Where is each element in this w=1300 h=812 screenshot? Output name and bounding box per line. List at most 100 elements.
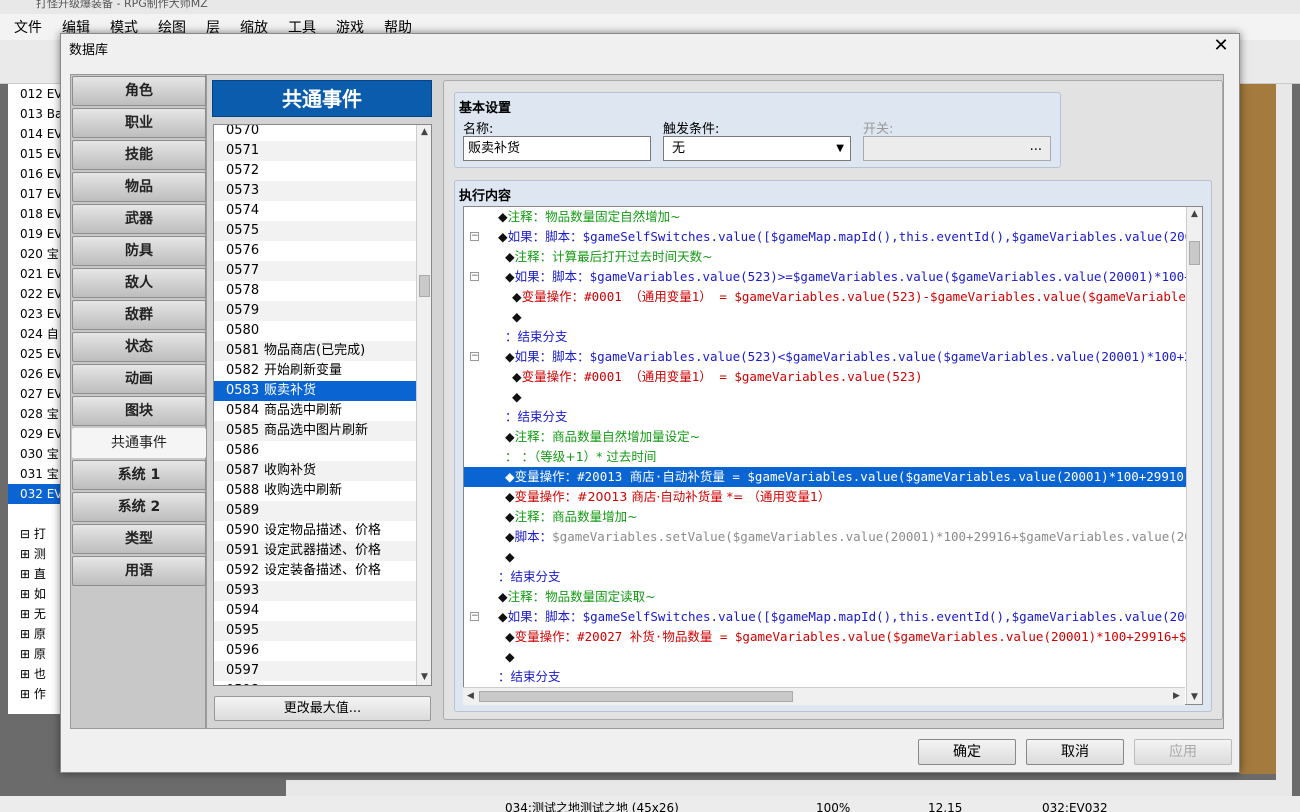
list-item[interactable]: 0588 收购选中刷新 [214,481,416,501]
chevron-down-icon[interactable]: ▼ [836,137,844,160]
list-item[interactable]: 0580 [214,321,416,341]
map-tree-item[interactable]: 025 EV [8,344,60,364]
command-line[interactable]: ◆变量操作：#0001 （通用变量1） = $gameVariables.val… [464,287,1186,307]
nav-tab[interactable]: 技能 [72,140,206,170]
list-item[interactable]: 0576 [214,241,416,261]
map-tree-item[interactable]: ⊞ 原 [8,624,60,644]
list-item[interactable]: 0597 [214,661,416,681]
list-item[interactable]: 0594 [214,601,416,621]
list-item[interactable]: 0581 物品商店(已完成) [214,341,416,361]
list-item[interactable]: 0591 设定武器描述、价格 [214,541,416,561]
map-tree-item[interactable]: 017 EV [8,184,60,204]
list-item[interactable]: 0578 [214,281,416,301]
command-line[interactable]: ◆变量操作：#20013 商店·自动补货量 = $gameVariables.v… [464,467,1186,487]
scroll-left-icon[interactable]: ◀ [463,689,478,704]
map-tree-item[interactable]: ⊞ 无 [8,604,60,624]
command-line[interactable]: ◆注释：物品数量固定读取~ [464,587,1186,607]
nav-tab[interactable]: 物品 [72,172,206,202]
list-item[interactable]: 0589 [214,501,416,521]
nav-tab[interactable]: 武器 [72,204,206,234]
command-line[interactable]: − ◆如果：脚本：$gameVariables.value(523)<$gameV… [464,347,1186,367]
list-item[interactable]: 0596 [214,641,416,661]
map-tree-item[interactable]: 021 EV [8,264,60,284]
map-tree-item[interactable]: 013 Ba [8,104,60,124]
command-line[interactable]: ◆变量操作：#20013 商店·自动补货量 *= （通用变量1） [464,487,1186,507]
command-line[interactable]: ：结束分支 [464,327,1186,347]
list-item[interactable]: 0570 [214,125,416,141]
collapse-icon[interactable]: − [470,272,479,281]
scroll-up-icon[interactable]: ▲ [417,125,431,140]
map-tree-item[interactable]: ⊞ 原 [8,644,60,664]
list-item[interactable]: 0577 [214,261,416,281]
apply-button[interactable]: 应用 [1134,739,1232,765]
nav-tab[interactable]: 敌群 [72,300,206,330]
list-item[interactable]: 0585 商品选中图片刷新 [214,421,416,441]
map-tree-item[interactable]: ⊞ 如 [8,584,60,604]
command-line[interactable]: ◆注释：计算最后打开过去时间天数~ [464,247,1186,267]
map-tree-item[interactable]: 028 宝 [8,404,60,424]
map-tree-item[interactable]: 014 EV [8,124,60,144]
map-tree-item[interactable]: ⊟ 打 [8,524,60,544]
scroll-thumb[interactable] [479,691,793,702]
list-item[interactable]: 0579 [214,301,416,321]
map-tree-item[interactable]: ⊞ 作 [8,684,60,704]
map-tree-item[interactable] [8,504,60,524]
nav-tab[interactable]: 类型 [72,524,206,554]
map-tree-item[interactable]: ⊞ 直 [8,564,60,584]
map-tree-item[interactable]: 022 EV [8,284,60,304]
nav-tab[interactable]: 防具 [72,236,206,266]
command-line[interactable]: ◆ [464,307,1186,327]
list-item[interactable]: 0571 [214,141,416,161]
command-line[interactable]: ◆ [464,647,1186,667]
command-line[interactable]: ◆变量操作：#0001 （通用变量1） = $gameVariables.val… [464,367,1186,387]
map-tree-item[interactable]: 030 宝 [8,444,60,464]
nav-tab[interactable]: 职业 [72,108,206,138]
map-tree-item[interactable]: 018 EV [8,204,60,224]
list-scrollbar[interactable]: ▲ ▼ [416,125,431,685]
command-line[interactable]: ◆ [464,547,1186,567]
command-line[interactable]: ：结束分支 [464,667,1186,687]
map-horizontal-scrollbar[interactable] [286,780,1292,796]
command-line[interactable]: ◆脚本：$gameVariables.setValue($gameVariabl… [464,527,1186,547]
map-tree-item[interactable]: 032 EV [8,484,60,504]
command-line[interactable]: − ◆如果：脚本：$gameSelfSwitches.value([$gameMa… [464,607,1186,627]
list-item[interactable]: 0593 [214,581,416,601]
nav-tab[interactable]: 动画 [72,364,206,394]
cancel-button[interactable]: 取消 [1026,739,1124,765]
nav-tab[interactable]: 用语 [72,556,206,586]
map-vertical-scrollbar[interactable] [1276,84,1292,780]
name-field[interactable]: 贩卖补货 [463,136,651,161]
nav-tab[interactable]: 角色 [72,76,206,106]
nav-tab[interactable]: 系统 2 [72,492,206,522]
nav-tab[interactable]: 状态 [72,332,206,362]
list-item[interactable]: 0590 设定物品描述、价格 [214,521,416,541]
map-tree-item[interactable]: ⊞ 测 [8,544,60,564]
command-line[interactable]: ◆注释：商品数量自然增加量设定~ [464,427,1186,447]
map-canvas[interactable] [1240,84,1276,774]
collapse-icon[interactable]: − [470,612,479,621]
change-max-button[interactable]: 更改最大值... [214,696,431,721]
command-line[interactable]: ◆变量操作：#20027 补货·物品数量 = $gameVariables.va… [464,627,1186,647]
map-tree-item[interactable]: 020 宝 [8,244,60,264]
scroll-right-icon[interactable]: ▶ [1169,689,1184,704]
command-line[interactable]: − ◆如果：脚本：$gameVariables.value(523)>=$game… [464,267,1186,287]
ok-button[interactable]: 确定 [918,739,1016,765]
scroll-thumb[interactable] [419,275,430,297]
map-tree-item[interactable]: 016 EV [8,164,60,184]
nav-tab[interactable]: 图块 [72,396,206,426]
common-event-list[interactable]: 0570 0571 0572 0573 0574 0575 0576 0577 0578 0579… [213,124,432,686]
nav-tab[interactable]: 系统 1 [72,460,206,490]
list-item[interactable]: 0572 [214,161,416,181]
collapse-icon[interactable]: − [470,352,479,361]
map-tree-item[interactable]: 024 自 [8,324,60,344]
trigger-select[interactable]: 无 ▼ [663,136,851,161]
nav-tab[interactable]: 敌人 [72,268,206,298]
nav-tab[interactable]: 共通事件 [72,428,206,458]
list-item[interactable]: 0598 [214,681,416,685]
list-item[interactable]: 0586 [214,441,416,461]
list-item[interactable]: 0595 [214,621,416,641]
command-line[interactable]: ： ：（等级+1）* 过去时间 [464,447,1186,467]
map-tree-item[interactable]: 019 EV [8,224,60,244]
menu-item[interactable]: 文件 [14,17,42,37]
command-line[interactable]: ◆注释：物品数量固定自然增加~ [464,207,1186,227]
